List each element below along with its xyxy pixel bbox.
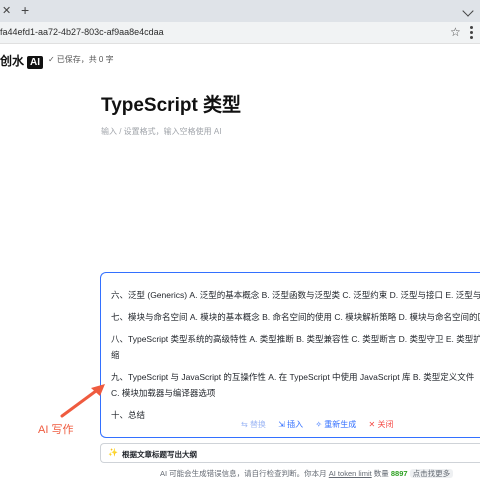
- close-button[interactable]: ✕ 关闭: [369, 420, 394, 429]
- token-limit-link[interactable]: AI token limit: [329, 469, 372, 478]
- insert-icon: ⇲: [278, 420, 285, 429]
- document-title[interactable]: TypeScript 类型: [101, 90, 241, 117]
- disclaimer-prefix: AI 可能会生成错误信息，请自行检查判断。你本月: [160, 469, 327, 478]
- prompt-text[interactable]: 根据文章标题写出大纲: [122, 449, 197, 460]
- tab-list-chevron-icon[interactable]: [455, 0, 480, 22]
- save-status-text: 已保存，共 0 字: [56, 55, 114, 64]
- address-bar[interactable]: fa44efd1-aa72-4b27-803c-af9aa8e4cdaa ☆: [0, 22, 480, 44]
- ai-output-line: 八、TypeScript 类型系统的高级特性 A. 类型推断 B. 类型兼容性 …: [111, 334, 480, 344]
- tab-close-icon[interactable]: ✕: [2, 4, 11, 17]
- browser-menu-icon[interactable]: [470, 26, 474, 40]
- check-icon: ✓: [48, 55, 55, 64]
- close-icon: ✕: [368, 420, 376, 429]
- ai-output: 六、泛型 (Generics) A. 泛型的基本概念 B. 泛型函数与泛型类 C…: [111, 287, 480, 429]
- replace-icon: ⇆: [241, 420, 248, 429]
- new-tab-icon[interactable]: +: [21, 2, 29, 18]
- token-count: 8897: [390, 469, 408, 478]
- ai-action-bar: ⇆ 替换 ⇲ 插入 ✧ 重新生成 ✕ 关闭: [241, 419, 403, 430]
- token-count-label: 数量: [373, 469, 389, 478]
- replace-label: 替换: [249, 420, 266, 429]
- insert-button[interactable]: ⇲ 插入: [278, 420, 303, 429]
- annotation-arrow: [60, 384, 105, 418]
- regenerate-label: 重新生成: [324, 420, 357, 429]
- ai-writing-panel: 六、泛型 (Generics) A. 泛型的基本概念 B. 泛型函数与泛型类 C…: [100, 272, 480, 438]
- bookmark-star-icon[interactable]: ☆: [450, 25, 461, 39]
- brand-name: 创水: [0, 54, 25, 68]
- save-status: ✓ 已保存，共 0 字: [48, 54, 114, 65]
- ai-prompt-input[interactable]: ✨ 根据文章标题写出大纲: [100, 443, 480, 463]
- regenerate-icon: ✧: [315, 420, 323, 429]
- replace-button[interactable]: ⇆ 替换: [241, 420, 266, 429]
- ai-output-line: 七、模块与命名空间 A. 模块的基本概念 B. 命名空间的使用 C. 模块解析策…: [111, 312, 480, 322]
- browser-tabstrip: ✕ +: [0, 0, 480, 22]
- insert-label: 插入: [287, 420, 304, 429]
- brand-ai-badge: AI: [27, 56, 44, 69]
- url-text[interactable]: fa44efd1-aa72-4b27-803c-af9aa8e4cdaa: [0, 27, 164, 37]
- ai-output-line: 缩: [111, 350, 120, 360]
- more-link[interactable]: 点击找更多: [409, 469, 454, 478]
- close-label: 关闭: [377, 420, 394, 429]
- ai-output-line: 九、TypeScript 与 JavaScript 的互操作性 A. 在 Typ…: [111, 372, 475, 382]
- sparkle-icon: ✨: [108, 448, 118, 457]
- app-header: 创水 AI ✓ 已保存，共 0 字: [0, 44, 480, 74]
- editor-placeholder[interactable]: 输入 / 设置格式，输入空格使用 AI: [101, 126, 221, 137]
- ai-disclaimer: AI 可能会生成错误信息，请自行检查判断。你本月 AI token limit …: [160, 468, 454, 479]
- ai-output-line: C. 模块加载器与编译器选项: [111, 388, 216, 398]
- ai-output-line: 六、泛型 (Generics) A. 泛型的基本概念 B. 泛型函数与泛型类 C…: [111, 290, 480, 300]
- regenerate-button[interactable]: ✧ 重新生成: [315, 420, 356, 429]
- annotation-label: AI 写作: [38, 424, 74, 436]
- brand-logo[interactable]: 创水 AI: [0, 52, 44, 69]
